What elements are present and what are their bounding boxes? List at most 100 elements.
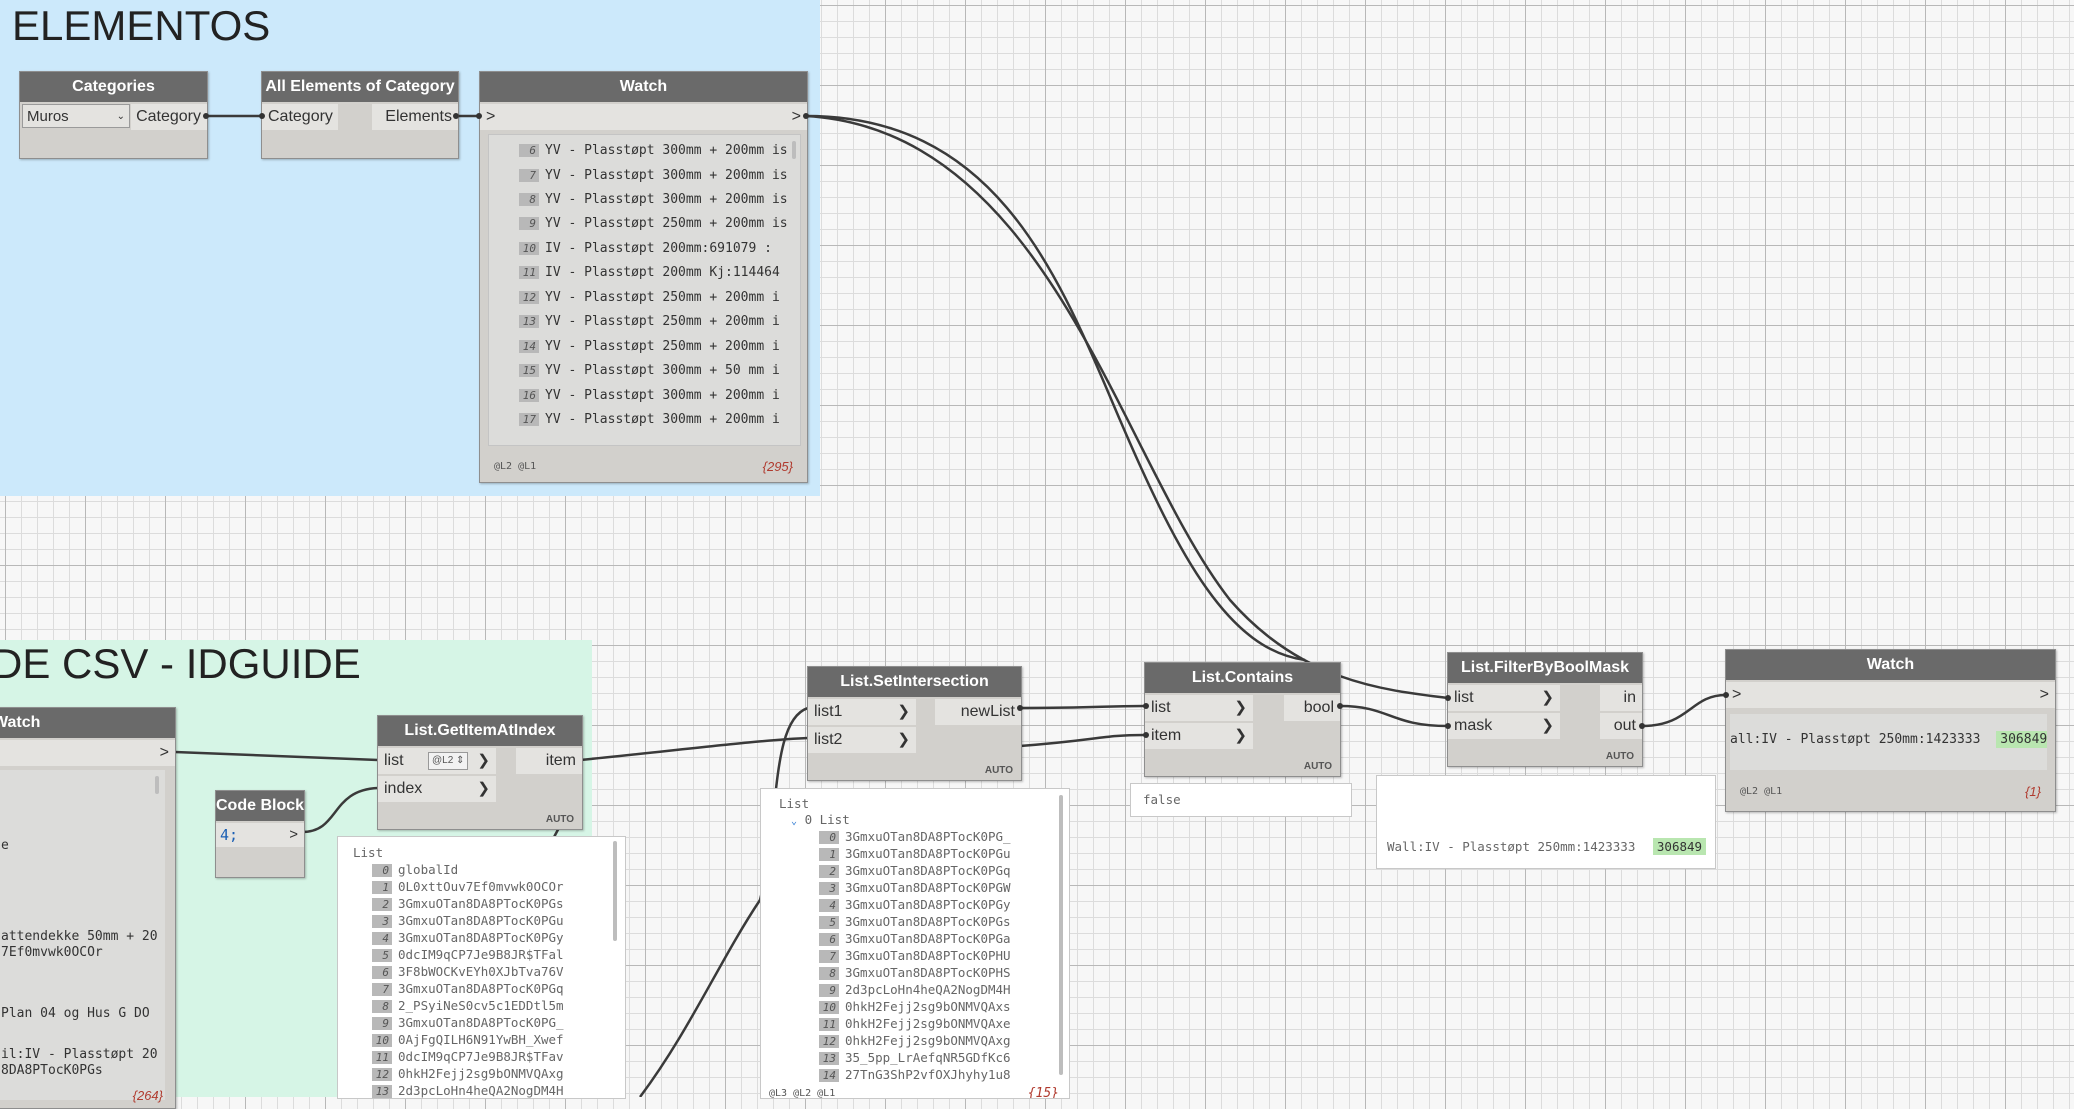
output-port-item[interactable]: item bbox=[516, 748, 582, 774]
scrollbar[interactable] bbox=[792, 141, 796, 159]
watch-list[interactable]: all:IV - Plasstøpt 250mm:1423333 306849 bbox=[1730, 714, 2047, 770]
input-port-index[interactable]: index ❯ bbox=[378, 776, 496, 802]
port-label: Category bbox=[136, 108, 201, 125]
preview-value: false bbox=[1143, 792, 1181, 807]
index-badge: 17 bbox=[519, 413, 539, 426]
index-badge: 9 bbox=[372, 1017, 392, 1030]
category-dropdown[interactable]: Muros ⌄ bbox=[22, 104, 130, 128]
list-item: 6 YV - Plasstøpt 300mm + 200mm is bbox=[519, 143, 788, 158]
index-badge: 7 bbox=[372, 983, 392, 996]
scrollbar[interactable] bbox=[613, 841, 617, 941]
chevron-right-icon: ❯ bbox=[1234, 699, 1247, 716]
output-port-elements[interactable]: Elements bbox=[372, 104, 458, 130]
node-watch-elements[interactable]: Watch > > 6 YV - Plasstøpt 300mm + 200mm … bbox=[479, 71, 808, 483]
input-port-mask[interactable]: mask ❯ bbox=[1448, 713, 1560, 739]
node-title: Code Block bbox=[216, 791, 304, 821]
chevron-down-icon[interactable]: ⌄ bbox=[791, 816, 797, 827]
index-badge: 13 bbox=[519, 315, 539, 328]
input-port-item[interactable]: item ❯ bbox=[1145, 723, 1253, 749]
index-badge: 8 bbox=[372, 1000, 392, 1013]
input-port-category[interactable]: Category bbox=[262, 104, 338, 130]
item-text: 2d3pcLoHn4heQA2NogDM4H bbox=[845, 982, 1011, 997]
list-item: 3 3GmxuOTan8DA8PTocK0PGu bbox=[372, 913, 564, 928]
item-text: 3GmxuOTan8DA8PTocK0PGu bbox=[398, 913, 564, 928]
output-port-in[interactable]: in bbox=[1600, 685, 1642, 711]
index-badge: 2 bbox=[819, 865, 839, 878]
node-categories[interactable]: Categories Muros ⌄ Category bbox=[19, 71, 208, 159]
input-port-list[interactable]: list ❯ bbox=[1145, 695, 1253, 721]
item-text: 3GmxuOTan8DA8PTocK0PGq bbox=[845, 863, 1011, 878]
index-badge: 6 bbox=[519, 144, 539, 157]
node-watch-result[interactable]: Watch > > all:IV - Plasstøpt 250mm:14233… bbox=[1725, 649, 2056, 812]
wire-watch-to-filter-list bbox=[805, 114, 1449, 700]
chevron-right-icon: ❯ bbox=[477, 780, 490, 797]
output-port[interactable]: > bbox=[160, 740, 169, 766]
wire-setint-to-contains-item bbox=[1019, 733, 1147, 748]
index-badge: 3 bbox=[372, 915, 392, 928]
preview-getitematindex[interactable]: List 0 globalId 1 0L0xttOuv7Ef0mvwk0OCOr 2… bbox=[337, 836, 626, 1099]
scrollbar[interactable] bbox=[1059, 795, 1063, 1075]
input-port[interactable]: > bbox=[1726, 682, 2055, 708]
item-text: 3GmxuOTan8DA8PTocK0PG_ bbox=[398, 1015, 564, 1030]
preview-setintersection[interactable]: List ⌄ 0 List 0 3GmxuOTan8DA8PTocK0PG_ 13… bbox=[760, 788, 1070, 1099]
list-item: 9 2d3pcLoHn4heQA2NogDM4H bbox=[819, 982, 1011, 997]
output-port-category[interactable]: Category bbox=[131, 104, 207, 130]
output-port[interactable]: > bbox=[792, 104, 801, 130]
watch-list[interactable]: e attendekke 50mm + 20 7Ef0mvwk0OCOr Pla… bbox=[0, 770, 165, 1100]
preview-filterbyboolmask: Wall:IV - Plasstøpt 250mm:1423333 306849 bbox=[1376, 775, 1716, 869]
item-text: 27TnG3ShP2vfOXJhyhy1u8 bbox=[845, 1067, 1011, 1082]
item-text: 3GmxuOTan8DA8PTocK0PHU bbox=[845, 948, 1011, 963]
list-item: 14 27TnG3ShP2vfOXJhyhy1u8 bbox=[819, 1067, 1011, 1082]
item-text: 0L0xttOuv7Ef0mvwk0OCOr bbox=[398, 879, 564, 894]
input-port-list1[interactable]: list1 ❯ bbox=[808, 699, 916, 725]
lacing-selector[interactable]: @L2 ⇕ bbox=[428, 752, 469, 770]
port-label: list1 bbox=[814, 703, 843, 720]
node-watch-csv[interactable]: Watch > e attendekke 50mm + 20 7Ef0mvwk0… bbox=[0, 707, 176, 1109]
index-badge: 12 bbox=[819, 1035, 839, 1048]
list-item: 7 3GmxuOTan8DA8PTocK0PHU bbox=[819, 948, 1011, 963]
port-label: Category bbox=[268, 108, 333, 125]
node-list-contains[interactable]: List.Contains list ❯ item ❯ bool AUTO bbox=[1144, 662, 1341, 777]
scrollbar[interactable] bbox=[155, 776, 159, 794]
element-id-badge[interactable]: 306849 bbox=[1652, 838, 1707, 855]
port-connector bbox=[259, 113, 265, 119]
node-list-setintersection[interactable]: List.SetIntersection list1 ❯ list2 ❯ new… bbox=[807, 666, 1022, 781]
node-list-getitematindex[interactable]: List.GetItemAtIndex list @L2 ⇕ ❯ index ❯… bbox=[377, 715, 583, 830]
list-item: 4 3GmxuOTan8DA8PTocK0PGy bbox=[372, 930, 564, 945]
input-port[interactable]: > bbox=[480, 104, 807, 130]
node-title: List.SetIntersection bbox=[808, 667, 1021, 697]
node-list-filterbyboolmask[interactable]: List.FilterByBoolMask list ❯ mask ❯ in o… bbox=[1447, 652, 1643, 767]
input-port[interactable] bbox=[0, 740, 175, 766]
index-badge: 7 bbox=[519, 169, 539, 182]
item-text: 3GmxuOTan8DA8PTocK0PGW bbox=[845, 880, 1011, 895]
input-port-list2[interactable]: list2 ❯ bbox=[808, 727, 916, 753]
output-port-newlist[interactable]: newList bbox=[935, 699, 1021, 725]
input-port-list[interactable]: list ❯ bbox=[1448, 685, 1560, 711]
port-label: > bbox=[486, 108, 496, 125]
list-item: 2 3GmxuOTan8DA8PTocK0PGs bbox=[372, 896, 564, 911]
port-label: mask bbox=[1454, 717, 1493, 734]
node-all-elements-of-category[interactable]: All Elements of Category Category Elemen… bbox=[261, 71, 459, 159]
item-count: {295} bbox=[762, 459, 793, 474]
item-text: YV - Plasstøpt 250mm + 200mm i bbox=[545, 339, 780, 354]
item-text: YV - Plasstøpt 300mm + 200mm i bbox=[545, 412, 780, 427]
output-port-bool[interactable]: bool bbox=[1284, 695, 1340, 721]
output-port[interactable]: > bbox=[289, 823, 298, 847]
port-label: list bbox=[1151, 699, 1171, 716]
list-item: 8DA8PTocK0PGs bbox=[1, 1063, 103, 1078]
index-badge: 0 bbox=[819, 831, 839, 844]
list-item: 3 3GmxuOTan8DA8PTocK0PGW bbox=[819, 880, 1011, 895]
lacing-auto-label: AUTO bbox=[984, 765, 1013, 776]
port-label: newList bbox=[960, 703, 1015, 720]
list-item: 17 YV - Plasstøpt 300mm + 200mm i bbox=[519, 412, 780, 427]
input-port-list[interactable]: list @L2 ⇕ ❯ bbox=[378, 748, 496, 774]
wire-lower-left bbox=[638, 899, 762, 1097]
node-code-block[interactable]: Code Block 4; > bbox=[215, 790, 305, 878]
output-port-out[interactable]: out bbox=[1600, 713, 1642, 739]
item-text: 0hkH2Fejj2sg9bONMVQAxg bbox=[398, 1066, 564, 1081]
watch-list[interactable]: 6 YV - Plasstøpt 300mm + 200mm is 7 YV - P… bbox=[488, 134, 801, 446]
list-item: 7Ef0mvwk0OCOr bbox=[1, 945, 103, 960]
element-id-badge[interactable]: 306849 bbox=[1996, 731, 2047, 748]
output-port[interactable]: > bbox=[2040, 682, 2049, 708]
item-text: 0dcIM9qCP7Je9B8JR$TFal bbox=[398, 947, 564, 962]
